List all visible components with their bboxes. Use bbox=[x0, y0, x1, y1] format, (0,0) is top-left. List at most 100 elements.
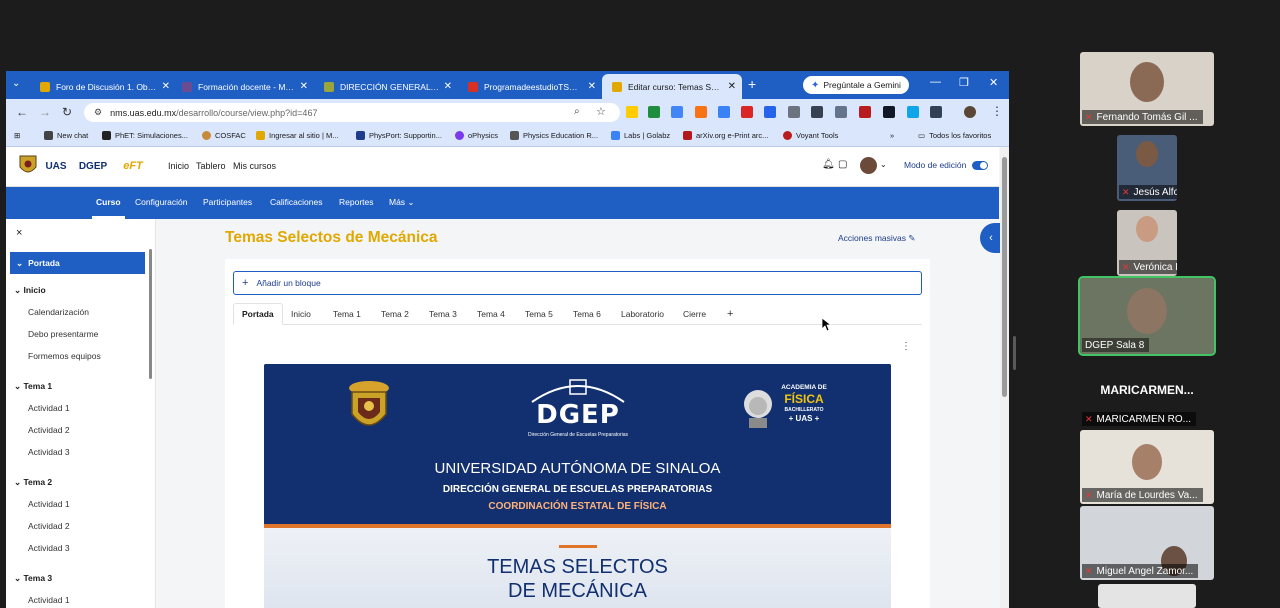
extension-icon[interactable] bbox=[811, 106, 823, 118]
bookmark-physport[interactable]: PhysPort: Supportin... bbox=[356, 131, 442, 140]
add-section-plus-icon[interactable]: + bbox=[719, 303, 741, 325]
tab-tema-6[interactable]: Tema 6 bbox=[565, 303, 609, 325]
close-drawer-icon[interactable]: × bbox=[16, 227, 22, 239]
tab-laboratorio[interactable]: Laboratorio bbox=[613, 303, 672, 325]
drawer-item[interactable]: Actividad 1 bbox=[28, 499, 70, 509]
extension-icon[interactable] bbox=[764, 106, 776, 118]
secnav-curso[interactable]: Curso bbox=[92, 197, 125, 219]
participant-tile[interactable]: ✕ Fernando Tomás Gil ... bbox=[1080, 52, 1214, 126]
bookmark-voyant[interactable]: Voyant Tools bbox=[783, 131, 838, 140]
site-info-icon[interactable]: ⚙ bbox=[94, 107, 102, 118]
scrollbar-thumb[interactable] bbox=[1002, 157, 1007, 397]
extension-icon[interactable] bbox=[907, 106, 919, 118]
extension-icon[interactable] bbox=[741, 106, 753, 118]
restore-icon[interactable]: ❐ bbox=[959, 76, 969, 89]
tab-portada[interactable]: Portada bbox=[233, 303, 283, 325]
secnav-reportes[interactable]: Reportes bbox=[339, 197, 374, 207]
close-tab-icon[interactable]: ✕ bbox=[444, 81, 452, 92]
secnav-mas[interactable]: Más ⌄ bbox=[389, 197, 415, 208]
participant-tile[interactable]: ✕ Miguel Angel Zamor... bbox=[1080, 506, 1214, 580]
participant-tile-active-speaker[interactable]: DGEP Sala 8 bbox=[1078, 276, 1216, 356]
close-tab-icon[interactable]: ✕ bbox=[728, 81, 736, 92]
bookmark-new-chat[interactable]: New chat bbox=[44, 131, 88, 140]
participant-tile[interactable] bbox=[1098, 584, 1196, 608]
bell-icon[interactable]: 🔔︎ bbox=[822, 159, 835, 170]
participant-tile[interactable]: ✕Verónica Espinoza bbox=[1117, 210, 1177, 276]
bookmark-star-icon[interactable]: ☆ bbox=[596, 105, 606, 118]
participant-tile[interactable]: ✕ María de Lourdes Va... bbox=[1080, 430, 1214, 504]
drawer-section-tema-1[interactable]: ⌄ Tema 1 bbox=[14, 381, 52, 392]
participant-tile[interactable]: ✕Jesús Alfonso Félix ... bbox=[1117, 135, 1177, 201]
extension-icon[interactable] bbox=[695, 106, 707, 118]
back-icon[interactable]: ← bbox=[16, 105, 28, 119]
bookmark-ophysics[interactable]: oPhysics bbox=[455, 131, 498, 140]
nav-inicio[interactable]: Inicio bbox=[168, 161, 189, 171]
bulk-actions-link[interactable]: Acciones masivas ✎ bbox=[838, 233, 916, 244]
bookmark-cosfac[interactable]: COSFAC bbox=[202, 131, 246, 140]
puzzle-icon[interactable] bbox=[930, 106, 942, 118]
drawer-item[interactable]: Actividad 2 bbox=[28, 425, 70, 435]
extension-icon[interactable] bbox=[626, 106, 638, 118]
drawer-scrollbar[interactable] bbox=[149, 249, 152, 379]
secnav-configuracion[interactable]: Configuración bbox=[135, 197, 187, 207]
tab-inicio[interactable]: Inicio bbox=[283, 303, 319, 325]
drawer-item[interactable]: Formemos equipos bbox=[28, 351, 101, 361]
bookmark-per[interactable]: Physics Education R... bbox=[510, 131, 598, 140]
all-bookmarks[interactable]: ▭ Todos los favoritos bbox=[918, 131, 991, 140]
extension-icon[interactable] bbox=[883, 106, 895, 118]
drawer-item[interactable]: Actividad 1 bbox=[28, 403, 70, 413]
bookmark-phet[interactable]: PhET: Simulaciones... bbox=[102, 131, 188, 140]
drawer-item-portada[interactable]: ⌄ Portada bbox=[10, 252, 145, 274]
extension-icon[interactable] bbox=[671, 106, 683, 118]
nav-mis-cursos[interactable]: Mis cursos bbox=[233, 161, 276, 171]
browser-menu-icon[interactable]: ⋮ bbox=[991, 104, 1003, 118]
extension-icon[interactable] bbox=[718, 106, 730, 118]
extension-icon[interactable] bbox=[859, 106, 871, 118]
panel-resize-handle[interactable] bbox=[1013, 336, 1016, 370]
messages-icon[interactable]: ▢ bbox=[838, 159, 847, 170]
block-drawer-toggle-icon[interactable]: ‹ bbox=[980, 223, 1002, 253]
tab-cierre[interactable]: Cierre bbox=[675, 303, 714, 325]
tab-tema-3[interactable]: Tema 3 bbox=[421, 303, 465, 325]
bookmark-arxiv[interactable]: arXiv.org e-Print arc... bbox=[683, 131, 768, 140]
zoom-search-icon[interactable]: ⌕ bbox=[574, 106, 580, 117]
user-menu-chevron-icon[interactable]: ⌄ bbox=[880, 160, 887, 169]
close-tab-icon[interactable]: ✕ bbox=[588, 81, 596, 92]
participant-tile[interactable]: ✕ MARICARMEN RO... bbox=[1080, 410, 1214, 428]
profile-avatar[interactable] bbox=[964, 106, 976, 118]
tab-tema-2[interactable]: Tema 2 bbox=[373, 303, 417, 325]
add-block-button[interactable]: + Añadir un bloque bbox=[233, 271, 922, 295]
nav-tablero[interactable]: Tablero bbox=[196, 161, 226, 171]
close-tab-icon[interactable]: ✕ bbox=[300, 81, 308, 92]
drawer-item[interactable]: Debo presentarme bbox=[28, 329, 98, 339]
drawer-item[interactable]: Actividad 1 bbox=[28, 595, 70, 605]
tab-tema-1[interactable]: Tema 1 bbox=[325, 303, 369, 325]
edit-mode-toggle[interactable]: Modo de edición bbox=[904, 160, 989, 170]
bookmark-ingresar[interactable]: Ingresar al sitio | M... bbox=[256, 131, 338, 140]
tab-formacion[interactable]: Formación docente - Ment ✕ bbox=[172, 74, 314, 99]
page-scrollbar[interactable] bbox=[1000, 147, 1009, 608]
close-tab-icon[interactable]: ✕ bbox=[162, 81, 170, 92]
tab-tema-5[interactable]: Tema 5 bbox=[517, 303, 561, 325]
extension-icon[interactable] bbox=[835, 106, 847, 118]
close-window-icon[interactable]: ✕ bbox=[989, 76, 998, 89]
reload-icon[interactable]: ↻ bbox=[62, 105, 72, 119]
drawer-item[interactable]: Actividad 3 bbox=[28, 543, 70, 553]
gemini-button[interactable]: ✦ Pregúntale a Gemini bbox=[803, 76, 909, 94]
new-tab-icon[interactable]: + bbox=[748, 76, 756, 92]
minimize-icon[interactable]: — bbox=[930, 76, 941, 88]
tab-foro[interactable]: Foro de Discusión 1. Observ ✕ bbox=[30, 74, 176, 99]
drawer-section-inicio[interactable]: ⌄ Inicio bbox=[14, 285, 46, 296]
drawer-item[interactable]: Actividad 2 bbox=[28, 521, 70, 531]
section-menu-icon[interactable]: ⋮ bbox=[901, 341, 911, 352]
forward-icon[interactable]: → bbox=[39, 105, 51, 119]
user-avatar[interactable] bbox=[860, 157, 877, 174]
tab-programa[interactable]: ProgramadeestudioTSM202 ✕ bbox=[458, 74, 602, 99]
more-bookmarks-icon[interactable]: » bbox=[890, 131, 894, 140]
tab-editar-curso[interactable]: Editar curso: Temas Selectos ✕ bbox=[602, 74, 742, 99]
tab-search-chevron-icon[interactable]: ⌄ bbox=[12, 78, 20, 89]
secnav-participantes[interactable]: Participantes bbox=[203, 197, 252, 207]
tab-tema-4[interactable]: Tema 4 bbox=[469, 303, 513, 325]
bookmark-golabz[interactable]: Labs | Golabz bbox=[611, 131, 670, 140]
extension-icon[interactable] bbox=[788, 106, 800, 118]
